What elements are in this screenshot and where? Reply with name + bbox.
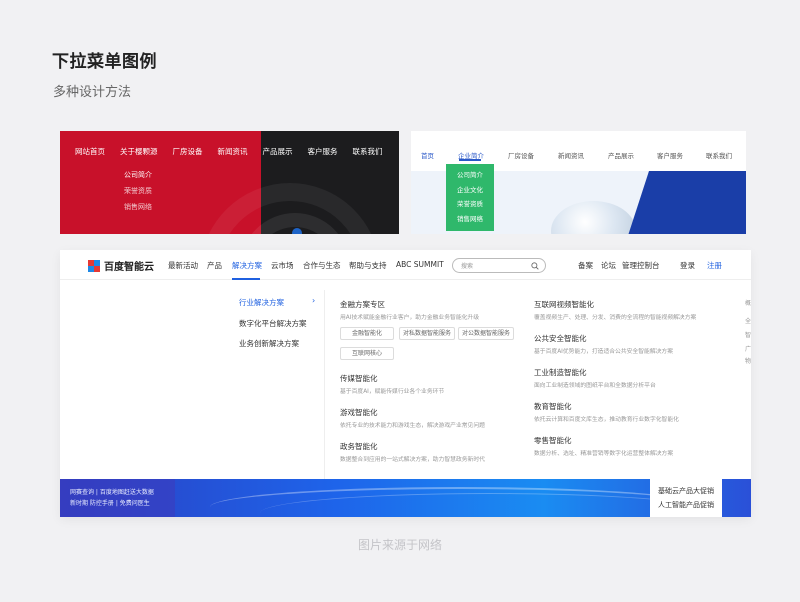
solution-desc: 依托云计算和百度文库生态，推动教育行业数字化智能化 xyxy=(534,417,679,423)
red-site-nav: 网站首页 关于樱颗源 厂房设备 新闻资讯 产品展示 客户服务 联系我们 xyxy=(60,131,398,171)
solution-desc: 用AI技术赋能金融行业客户，助力金融业务智能化升级 xyxy=(340,315,480,321)
hero-banner: 网赛查询 | 百度地图赶送大数据 新时期 防控手册 | 免费问医生 基础云产品大… xyxy=(60,479,751,517)
nav-item[interactable]: 产品展示 xyxy=(608,150,634,160)
nav-item[interactable]: 客户服务 xyxy=(308,146,338,157)
decorative-dot xyxy=(292,228,302,234)
solution-title[interactable]: 游戏智能化 xyxy=(340,407,378,418)
nav-item[interactable]: 帮助与支持 xyxy=(349,260,387,271)
dropdown-item[interactable]: 企业文化 xyxy=(446,183,494,198)
nav-item[interactable]: 首页 xyxy=(421,150,434,160)
page-subtitle: 多种设计方法 xyxy=(53,85,132,100)
promo-link[interactable]: 基础云产品大促销 xyxy=(650,479,722,498)
nav-item[interactable]: 联系我们 xyxy=(706,150,732,160)
promo-line: 网赛查询 | 百度地图赶送大数据 xyxy=(70,489,154,496)
image-source-note: 图片来源于网络 xyxy=(357,538,442,552)
finance-tag[interactable]: 金融智能化 xyxy=(340,327,394,340)
red-dropdown-menu: 公司简介 荣誉资质 销售网络 xyxy=(114,167,162,217)
nav-item[interactable]: 新闻资讯 xyxy=(218,146,248,157)
active-underline xyxy=(232,278,260,280)
nav-item[interactable]: 合作与生态 xyxy=(303,260,341,271)
register-link[interactable]: 注册 xyxy=(707,260,722,271)
solution-title[interactable]: 工业制造智能化 xyxy=(534,367,587,378)
example-baidu-cloud: 百度智能云 最新活动 产品 解决方案 云市场 合作与生态 帮助与支持 ABC S… xyxy=(60,250,751,517)
solution-title[interactable]: 金融方案专区 xyxy=(340,299,385,310)
solution-title[interactable]: 零售智能化 xyxy=(534,435,572,446)
truncated-text: 广 xyxy=(745,346,751,353)
nav-item[interactable]: 产品展示 xyxy=(263,146,293,157)
dropdown-item[interactable]: 荣誉资质 xyxy=(114,183,162,199)
nav-item[interactable]: 客户服务 xyxy=(657,150,683,160)
finance-tag[interactable]: 对私数据智能服务 xyxy=(399,327,455,340)
solution-desc: 数据分析、选址、精准营销等数字化运营整体解决方案 xyxy=(534,451,674,457)
nav-item[interactable]: 最新活动 xyxy=(168,260,198,271)
solution-desc: 覆盖视频生产、处理、分发、消费的全流程的智能视频解决方案 xyxy=(534,315,697,321)
search-input[interactable]: 搜索 xyxy=(452,258,546,273)
dropdown-item[interactable]: 公司简介 xyxy=(114,167,162,183)
nav-item[interactable]: 厂房设备 xyxy=(173,146,203,157)
solution-title[interactable]: 互联网视频智能化 xyxy=(534,299,594,310)
nav-item[interactable]: 云市场 xyxy=(271,260,294,271)
promo-links: 基础云产品大促销 人工智能产品促销 xyxy=(650,479,722,517)
truncated-text: 物 xyxy=(745,358,751,365)
nav-item[interactable]: 联系我们 xyxy=(353,146,383,157)
search-icon[interactable] xyxy=(531,262,539,270)
link-console[interactable]: 管理控制台 xyxy=(622,260,660,271)
solution-desc: 面向工业制造领域的图纸平台和全数据分析平台 xyxy=(534,383,656,389)
page-title: 下拉菜单图例 xyxy=(52,52,157,72)
cloud-logo-icon xyxy=(88,259,100,272)
solution-title[interactable]: 政务智能化 xyxy=(340,441,378,452)
search-placeholder: 搜索 xyxy=(461,263,474,270)
dropdown-item[interactable]: 销售网络 xyxy=(114,199,162,215)
dropdown-item[interactable]: 公司简介 xyxy=(446,168,494,183)
logo-text: 百度智能云 xyxy=(104,262,154,273)
solution-title[interactable]: 公共安全智能化 xyxy=(534,333,587,344)
link-forum[interactable]: 论坛 xyxy=(601,260,616,271)
top-header: 百度智能云 最新活动 产品 解决方案 云市场 合作与生态 帮助与支持 ABC S… xyxy=(60,250,751,280)
promo-box[interactable]: 网赛查询 | 百度地图赶送大数据 新时期 防控手册 | 免费问医生 xyxy=(60,479,175,517)
solution-title[interactable]: 传媒智能化 xyxy=(340,373,378,384)
divider xyxy=(324,290,325,480)
truncated-text: 全 xyxy=(745,318,751,325)
solution-desc: 基于百度AI优势能力，打造适合公共安全智能解决方案 xyxy=(534,349,674,355)
promo-line: 新时期 防控手册 | 免费问医生 xyxy=(70,500,150,507)
solution-desc: 基于百度AI，赋能传媒行业各个业务环节 xyxy=(340,389,445,395)
example-red-site: 网站首页 关于樱颗源 厂房设备 新闻资讯 产品展示 客户服务 联系我们 公司简介… xyxy=(60,131,399,234)
solution-title[interactable]: 教育智能化 xyxy=(534,401,572,412)
login-link[interactable]: 登录 xyxy=(680,260,695,271)
nav-item[interactable]: ABC SUMMIT xyxy=(396,260,444,269)
nav-item[interactable]: 厂房设备 xyxy=(508,150,534,160)
link-beian[interactable]: 备案 xyxy=(578,260,593,271)
solution-desc: 依托专业的技术能力和游戏生态，解决游戏产业常见问题 xyxy=(340,423,485,429)
nav-item-active[interactable]: 解决方案 xyxy=(232,260,262,271)
green-dropdown-menu: 公司简介 企业文化 荣誉资质 销售网络 xyxy=(446,164,494,231)
finance-tag[interactable]: 对公数据智能服务 xyxy=(458,327,514,340)
solution-desc: 数据整合到应用的一站式解决方案，助力智慧政务新时代 xyxy=(340,457,485,463)
nav-item[interactable]: 产品 xyxy=(207,260,222,271)
dropdown-item[interactable]: 荣誉资质 xyxy=(446,197,494,212)
truncated-text: 智 xyxy=(745,332,751,339)
dropdown-item[interactable]: 销售网络 xyxy=(446,212,494,227)
active-underline xyxy=(459,159,481,161)
nav-item[interactable]: 关于樱颗源 xyxy=(120,146,158,157)
category-industry[interactable]: 行业解决方案 xyxy=(239,297,284,308)
nav-item[interactable]: 新闻资讯 xyxy=(558,150,584,160)
finance-tag[interactable]: 互联网核心 xyxy=(340,347,394,360)
category-business-innovation[interactable]: 业务创新解决方案 xyxy=(239,338,299,349)
promo-link[interactable]: 人工智能产品促销 xyxy=(650,498,722,512)
logo[interactable]: 百度智能云 xyxy=(88,258,154,273)
example-green-site: 首页 企业简介 厂房设备 新闻资讯 产品展示 客户服务 联系我们 公司简介 企业… xyxy=(411,131,746,234)
category-digital-platform[interactable]: 数字化平台解决方案 xyxy=(239,318,307,329)
truncated-text: 概 xyxy=(745,300,751,307)
nav-item[interactable]: 网站首页 xyxy=(75,146,105,157)
chevron-right-icon: › xyxy=(312,296,316,305)
